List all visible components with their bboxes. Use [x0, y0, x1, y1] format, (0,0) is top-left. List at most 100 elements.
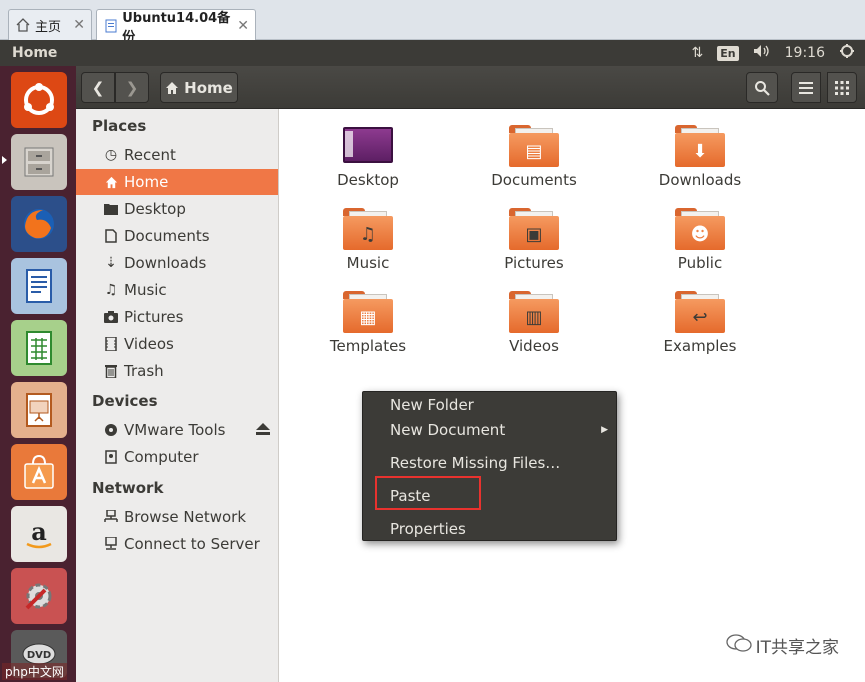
sidebar-item-computer[interactable]: Computer [76, 444, 278, 470]
launcher-writer-button[interactable] [11, 258, 67, 314]
path-bar-home-button[interactable]: Home [160, 72, 238, 103]
harddisk-icon [102, 450, 120, 464]
sidebar-item-desktop[interactable]: Desktop [76, 196, 278, 222]
file-item-music[interactable]: ♫ Music [313, 208, 423, 272]
close-icon[interactable]: ✕ [73, 17, 85, 33]
browser-tab-home[interactable]: 主页 ✕ [8, 9, 92, 40]
sidebar-item-label: Trash [124, 362, 164, 380]
menu-item-label: New Document [390, 421, 506, 439]
film-icon [102, 337, 120, 351]
sidebar-item-music[interactable]: ♫ Music [76, 277, 278, 303]
home-icon [15, 17, 31, 33]
sidebar-item-documents[interactable]: Documents [76, 223, 278, 249]
sidebar-item-label: Home [124, 173, 169, 191]
examples-folder-icon: ↩ [675, 291, 725, 333]
file-item-documents[interactable]: ▤ Documents [479, 125, 589, 189]
file-name: Examples [663, 337, 737, 355]
sidebar-item-label: Computer [124, 448, 199, 466]
sidebar-item-vmware-tools[interactable]: VMware Tools [76, 417, 278, 443]
document-writer-icon [26, 269, 52, 303]
search-button[interactable] [746, 72, 778, 103]
sidebar-item-browse-network[interactable]: Browse Network [76, 504, 278, 530]
back-button[interactable]: ❮ [81, 72, 115, 103]
browser-tab-label: 主页 [35, 19, 62, 35]
list-view-button[interactable] [791, 72, 821, 103]
settings-gear-icon [25, 583, 52, 610]
power-gear-icon[interactable] [839, 43, 855, 63]
presentation-icon [26, 393, 52, 427]
amazon-icon: a [26, 517, 52, 549]
dash-home-button[interactable] [11, 72, 67, 128]
sidebar-item-downloads[interactable]: ⇣ Downloads [76, 250, 278, 276]
sidebar-item-label: Videos [124, 335, 174, 353]
launcher-software-center-button[interactable] [11, 444, 67, 500]
clock-icon: ◷ [104, 147, 118, 163]
grid-view-button[interactable] [827, 72, 857, 103]
download-icon: ⇣ [105, 255, 117, 271]
page-icon [103, 18, 118, 34]
file-item-downloads[interactable]: ⬇ Downloads [645, 125, 755, 189]
close-icon[interactable]: ✕ [237, 18, 249, 34]
launcher-calc-button[interactable] [11, 320, 67, 376]
file-item-desktop[interactable]: Desktop [313, 125, 423, 189]
folder-icon [102, 203, 120, 215]
sidebar-item-label: Desktop [124, 200, 186, 218]
sidebar-item-recent[interactable]: ◷ Recent [76, 142, 278, 168]
svg-text:DVD: DVD [27, 650, 51, 661]
document-icon [102, 229, 120, 243]
file-manager-toolbar: ❮ ❯ Home [76, 66, 865, 109]
home-icon [102, 176, 120, 189]
pictures-folder-icon: ▣ [509, 208, 559, 250]
network-updown-icon[interactable]: ⇅ [692, 45, 704, 61]
sidebar-item-label: Music [124, 281, 167, 299]
forward-button[interactable]: ❯ [115, 72, 149, 103]
menu-item-new-document[interactable]: New Document ▶ [363, 418, 616, 442]
eject-icon[interactable] [256, 421, 270, 439]
sidebar-item-connect-to-server[interactable]: Connect to Server [76, 531, 278, 557]
launcher-files-button[interactable] [11, 134, 67, 190]
launcher-firefox-button[interactable] [11, 196, 67, 252]
window-title: Home [12, 45, 58, 61]
sidebar-item-trash[interactable]: Trash [76, 358, 278, 384]
top-panel: Home ⇅ En 19:16 [0, 40, 865, 66]
sidebar-header-places: Places [92, 117, 147, 135]
path-bar-home-label: Home [184, 78, 233, 97]
file-name: Downloads [658, 171, 742, 189]
paste-highlight-annotation [375, 476, 481, 510]
file-item-pictures[interactable]: ▣ Pictures [479, 208, 589, 272]
file-item-videos[interactable]: ▥ Videos [479, 291, 589, 355]
sidebar-item-label: Connect to Server [124, 535, 260, 553]
file-cabinet-icon [24, 147, 54, 177]
menu-item-new-folder[interactable]: New Folder [363, 393, 616, 417]
file-item-templates[interactable]: ▦ Templates [313, 291, 423, 355]
keyboard-language-indicator[interactable]: En [717, 45, 739, 61]
list-view-icon [799, 81, 813, 94]
desktop-folder-icon [343, 125, 393, 167]
firefox-icon [24, 209, 54, 239]
launcher-amazon-button[interactable]: a [11, 506, 67, 562]
browser-tabstrip: 主页 ✕ Ubuntu14.04备份 ✕ [0, 0, 865, 45]
sidebar-item-home[interactable]: Home [76, 169, 278, 195]
sidebar-item-pictures[interactable]: Pictures [76, 304, 278, 330]
launcher-system-settings-button[interactable] [11, 568, 67, 624]
file-name: Public [677, 254, 723, 272]
browser-tab-active[interactable]: Ubuntu14.04备份 ✕ [96, 9, 256, 45]
home-icon [166, 81, 179, 94]
sidebar-item-videos[interactable]: Videos [76, 331, 278, 357]
music-icon: ♫ [104, 282, 118, 298]
menu-item-properties[interactable]: Properties [363, 517, 616, 541]
volume-icon[interactable] [753, 44, 771, 62]
sidebar-item-label: Recent [124, 146, 176, 164]
file-item-public[interactable]: ☻ Public [645, 208, 755, 272]
launcher-running-indicator [2, 156, 7, 164]
file-item-examples[interactable]: ↩ Examples [645, 291, 755, 355]
shopping-bag-icon [24, 454, 54, 489]
launcher-impress-button[interactable] [11, 382, 67, 438]
clock-time[interactable]: 19:16 [785, 45, 825, 61]
places-sidebar: Places ◷ Recent Home Desktop Documents ⇣… [76, 109, 279, 682]
file-name: Documents [491, 171, 577, 189]
file-name: Pictures [504, 254, 564, 272]
svg-text:a: a [31, 517, 47, 546]
menu-item-restore-missing-files[interactable]: Restore Missing Files… [363, 451, 616, 475]
downloads-folder-icon: ⬇ [675, 125, 725, 167]
